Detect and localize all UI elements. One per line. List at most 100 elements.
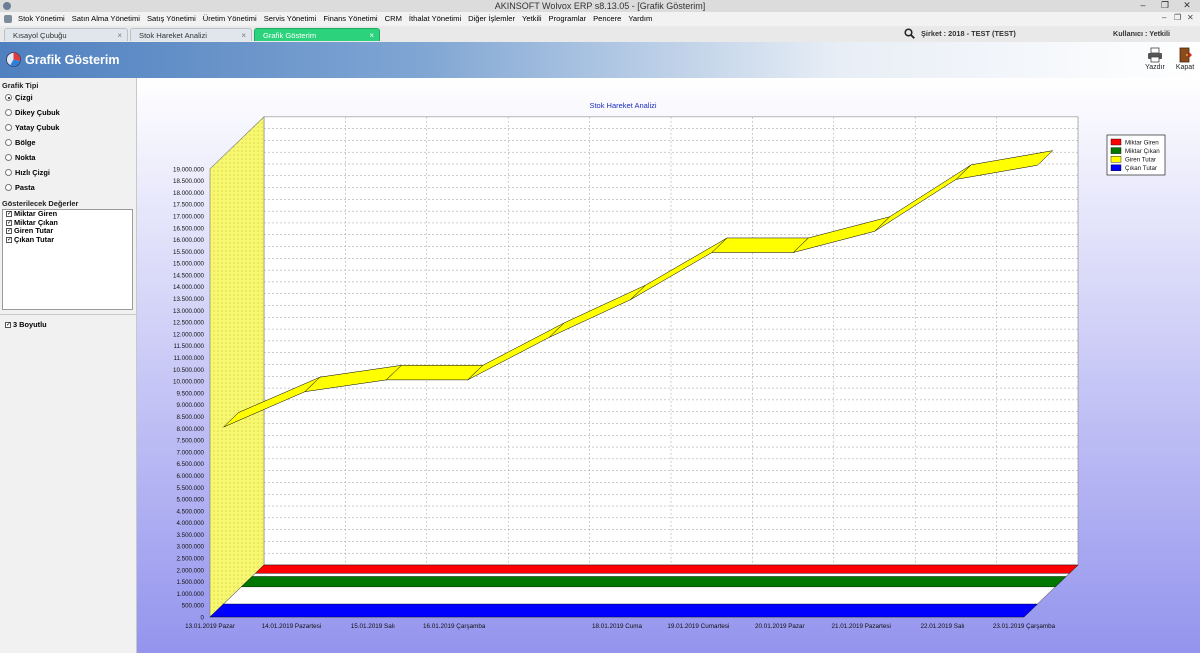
print-label: Yazdır [1145, 64, 1165, 71]
menu-programlar[interactable]: Programlar [549, 12, 587, 26]
radio-icon [5, 109, 12, 116]
chart-type-pasta-radio[interactable]: Pasta [5, 182, 35, 193]
menu-satis[interactable]: Satış Yönetimi [147, 12, 196, 26]
y-tick-label: 16.500.000 [173, 225, 205, 232]
x-tick-label: 23.01.2019 Çarşamba [993, 623, 1056, 630]
x-tick-label: 20.01.2019 Pazar [755, 623, 805, 630]
checkbox-icon: ✓ [6, 236, 13, 243]
line-chart: Stok Hareket Analizi 0 500.000 1.000.000 1.… [137, 78, 1200, 653]
checkbox-label: Çıkan Tutar [14, 234, 55, 244]
checkbox-icon: ✓ [6, 219, 13, 226]
close-window-button[interactable]: ✕ [1176, 0, 1198, 12]
menu-finans[interactable]: Finans Yönetimi [323, 12, 377, 26]
radio-label: Pasta [15, 183, 35, 192]
chart-type-group-title: Grafik Tipi [2, 81, 39, 90]
chart-type-bolge-radio[interactable]: Bölge [5, 137, 36, 148]
y-tick-label: 2.500.000 [176, 556, 204, 563]
radio-icon [5, 139, 12, 146]
radio-icon [5, 184, 12, 191]
tab-close-icon[interactable]: × [369, 29, 374, 42]
x-tick-label: 18.01.2019 Cuma [592, 623, 643, 630]
chart-type-yatay-cubuk-radio[interactable]: Yatay Çubuk [5, 122, 59, 133]
chart-title: Stok Hareket Analizi [589, 101, 656, 110]
legend-swatch [1110, 147, 1122, 154]
y-tick-label: 10.500.000 [173, 367, 205, 374]
chart-area: Stok Hareket Analizi 0 500.000 1.000.000 1.… [137, 78, 1200, 653]
user-label: Kullanıcı : Yetkili [1113, 29, 1170, 38]
tab-close-icon[interactable]: × [241, 29, 246, 42]
series-line-segment [711, 237, 810, 253]
x-tick-label: 14.01.2019 Pazartesi [262, 623, 322, 630]
value-cikan-tutar-checkbox[interactable]: ✓ Çıkan Tutar [3, 234, 132, 245]
close-page-label: Kapat [1175, 64, 1195, 71]
mdi-minimize-button[interactable]: – [1162, 13, 1166, 22]
radio-label: Bölge [15, 138, 36, 147]
tab-grafik-gosterim[interactable]: Grafik Gösterim × [254, 28, 380, 41]
y-tick-label: 8.500.000 [176, 414, 204, 421]
chart-type-cizgi-radio[interactable]: Çizgi [5, 92, 33, 103]
checkbox-icon: ✓ [5, 322, 12, 329]
tab-label: Stok Hareket Analizi [139, 31, 207, 40]
mdi-close-button[interactable]: ✕ [1187, 13, 1194, 22]
series-ribbon-miktar-giren [254, 564, 1079, 574]
y-tick-label: 6.000.000 [176, 473, 204, 480]
menu-servis[interactable]: Servis Yönetimi [264, 12, 317, 26]
chart-type-nokta-radio[interactable]: Nokta [5, 152, 36, 163]
mdi-restore-button[interactable]: ❐ [1174, 13, 1181, 22]
values-group-title: Gösterilecek Değerler [2, 199, 79, 208]
y-tick-label: 18.500.000 [173, 178, 205, 185]
menu-app-icon[interactable] [4, 15, 12, 23]
values-listbox[interactable]: ✓ Miktar Giren ✓ Miktar Çıkan ✓ Giren Tutar… [2, 209, 133, 310]
chart-legend: Miktar Giren Miktar Çıkan Giren TutarÇıkan… [1106, 134, 1166, 176]
three-d-checkbox[interactable]: ✓ 3 Boyutlu [2, 320, 47, 330]
restore-button[interactable]: ❐ [1154, 0, 1176, 12]
menu-yardim[interactable]: Yardım [628, 12, 652, 26]
print-button[interactable]: Yazdır [1141, 45, 1169, 76]
radio-icon [5, 169, 12, 176]
y-tick-label: 0 [201, 615, 205, 622]
menu-ithalat[interactable]: İthalat Yönetimi [409, 12, 461, 26]
y-tick-label: 1.000.000 [176, 591, 204, 598]
search-icon[interactable] [904, 28, 915, 39]
chart-type-hizli-cizgi-radio[interactable]: Hızlı Çizgi [5, 167, 50, 178]
menu-yetkili[interactable]: Yetkili [522, 12, 542, 26]
radio-label: Hızlı Çizgi [15, 168, 50, 177]
y-tick-label: 1.500.000 [176, 579, 204, 586]
y-tick-label: 14.000.000 [173, 284, 205, 291]
tab-bar: Kısayol Çubuğu × Stok Hareket Analizi × … [0, 26, 1200, 43]
menu-items: Stok Yönetimi Satın Alma Yönetimi Satış … [18, 12, 659, 26]
menu-crm[interactable]: CRM [385, 12, 402, 26]
menu-satin-alma[interactable]: Satın Alma Yönetimi [72, 12, 140, 26]
menu-uretim[interactable]: Üretim Yönetimi [203, 12, 257, 26]
legend-swatch [1110, 164, 1122, 172]
close-page-button[interactable]: Kapat [1171, 45, 1199, 76]
menu-pencere[interactable]: Pencere [593, 12, 621, 26]
y-tick-label: 13.000.000 [173, 308, 205, 315]
y-tick-label: 9.000.000 [176, 402, 204, 409]
series-ribbon-çıkan-tutar [209, 603, 1038, 618]
panel-divider [0, 314, 136, 315]
menu-diger[interactable]: Diğer İşlemler [468, 12, 515, 26]
radio-label: Yatay Çubuk [15, 123, 60, 132]
menu-stok[interactable]: Stok Yönetimi [18, 12, 65, 26]
chart-type-dikey-cubuk-radio[interactable]: Dikey Çubuk [5, 107, 60, 118]
chart-side-wall [209, 116, 265, 618]
tab-stok-hareket-analizi[interactable]: Stok Hareket Analizi × [130, 28, 252, 41]
legend-swatch [1110, 155, 1122, 163]
legend-label: Çıkan Tutar [1125, 165, 1157, 172]
radio-icon [5, 154, 12, 161]
page-header: Grafik Gösterim Yazdır Kapat [0, 42, 1200, 78]
tab-close-icon[interactable]: × [117, 29, 122, 42]
checkbox-label: 3 Boyutlu [13, 320, 47, 329]
minimize-button[interactable]: – [1132, 0, 1154, 12]
y-tick-label: 13.500.000 [173, 296, 205, 303]
y-tick-label: 5.000.000 [176, 497, 204, 504]
y-tick-label: 12.500.000 [173, 320, 205, 327]
door-exit-icon [1179, 47, 1192, 63]
tab-kisayol-cubugu[interactable]: Kısayol Çubuğu × [4, 28, 128, 41]
y-tick-label: 14.500.000 [173, 272, 205, 279]
radio-icon [5, 94, 12, 101]
y-tick-label: 17.500.000 [173, 202, 205, 209]
y-tick-label: 4.500.000 [176, 508, 204, 515]
y-tick-label: 6.500.000 [176, 461, 204, 468]
